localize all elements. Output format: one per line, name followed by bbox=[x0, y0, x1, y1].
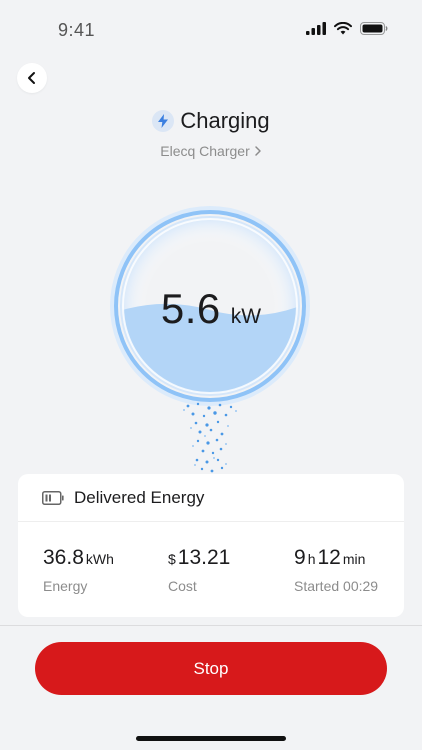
footer-divider bbox=[0, 625, 422, 626]
stat-cost: $ 13.21 Cost bbox=[168, 546, 230, 594]
home-indicator bbox=[136, 736, 286, 741]
status-time: 9:41 bbox=[58, 20, 96, 40]
power-unit: kW bbox=[230, 305, 262, 328]
page-title-row: Charging bbox=[0, 108, 422, 134]
delivered-energy-card: Delivered Energy 36.8 kWh Energy $ 13.21… bbox=[18, 474, 404, 617]
duration-minutes: 12 bbox=[317, 546, 341, 569]
energy-label: Energy bbox=[43, 578, 88, 594]
cellular-signal-icon bbox=[306, 22, 326, 35]
stat-energy: 36.8 kWh Energy bbox=[43, 546, 116, 594]
duration-hours-unit: h bbox=[307, 551, 316, 567]
battery-level-icon bbox=[42, 490, 64, 505]
power-reading: 5.6 kW bbox=[0, 285, 422, 333]
status-bar: 9:41 bbox=[0, 0, 422, 60]
wifi-icon bbox=[334, 22, 352, 35]
energy-value: 36.8 bbox=[43, 546, 84, 569]
energy-stats: 36.8 kWh Energy $ 13.21 Cost 9 h 12 min … bbox=[18, 522, 404, 617]
stop-button[interactable]: Stop bbox=[35, 642, 387, 695]
back-button[interactable] bbox=[17, 63, 47, 93]
cost-label: Cost bbox=[168, 578, 197, 594]
duration-minutes-unit: min bbox=[342, 551, 366, 567]
power-value: 5.6 bbox=[160, 285, 221, 332]
chevron-left-icon bbox=[28, 72, 35, 84]
card-header: Delivered Energy bbox=[18, 474, 404, 522]
duration-hours: 9 bbox=[294, 546, 306, 569]
battery-icon bbox=[360, 22, 388, 35]
chevron-right-icon bbox=[255, 146, 261, 156]
stat-duration: 9 h 12 min Started 00:29 bbox=[294, 546, 378, 594]
charger-name: Elecq Charger bbox=[160, 143, 250, 159]
cost-value: 13.21 bbox=[177, 546, 231, 569]
status-icons bbox=[306, 22, 388, 35]
charger-link[interactable]: Elecq Charger bbox=[0, 143, 422, 159]
cost-currency: $ bbox=[168, 551, 176, 567]
energy-particles bbox=[183, 402, 237, 473]
card-title: Delivered Energy bbox=[74, 487, 205, 507]
started-time-label: Started 00:29 bbox=[294, 578, 379, 594]
page-title: Charging bbox=[180, 108, 270, 133]
energy-unit: kWh bbox=[85, 551, 114, 567]
lightning-bolt-icon bbox=[152, 110, 175, 132]
